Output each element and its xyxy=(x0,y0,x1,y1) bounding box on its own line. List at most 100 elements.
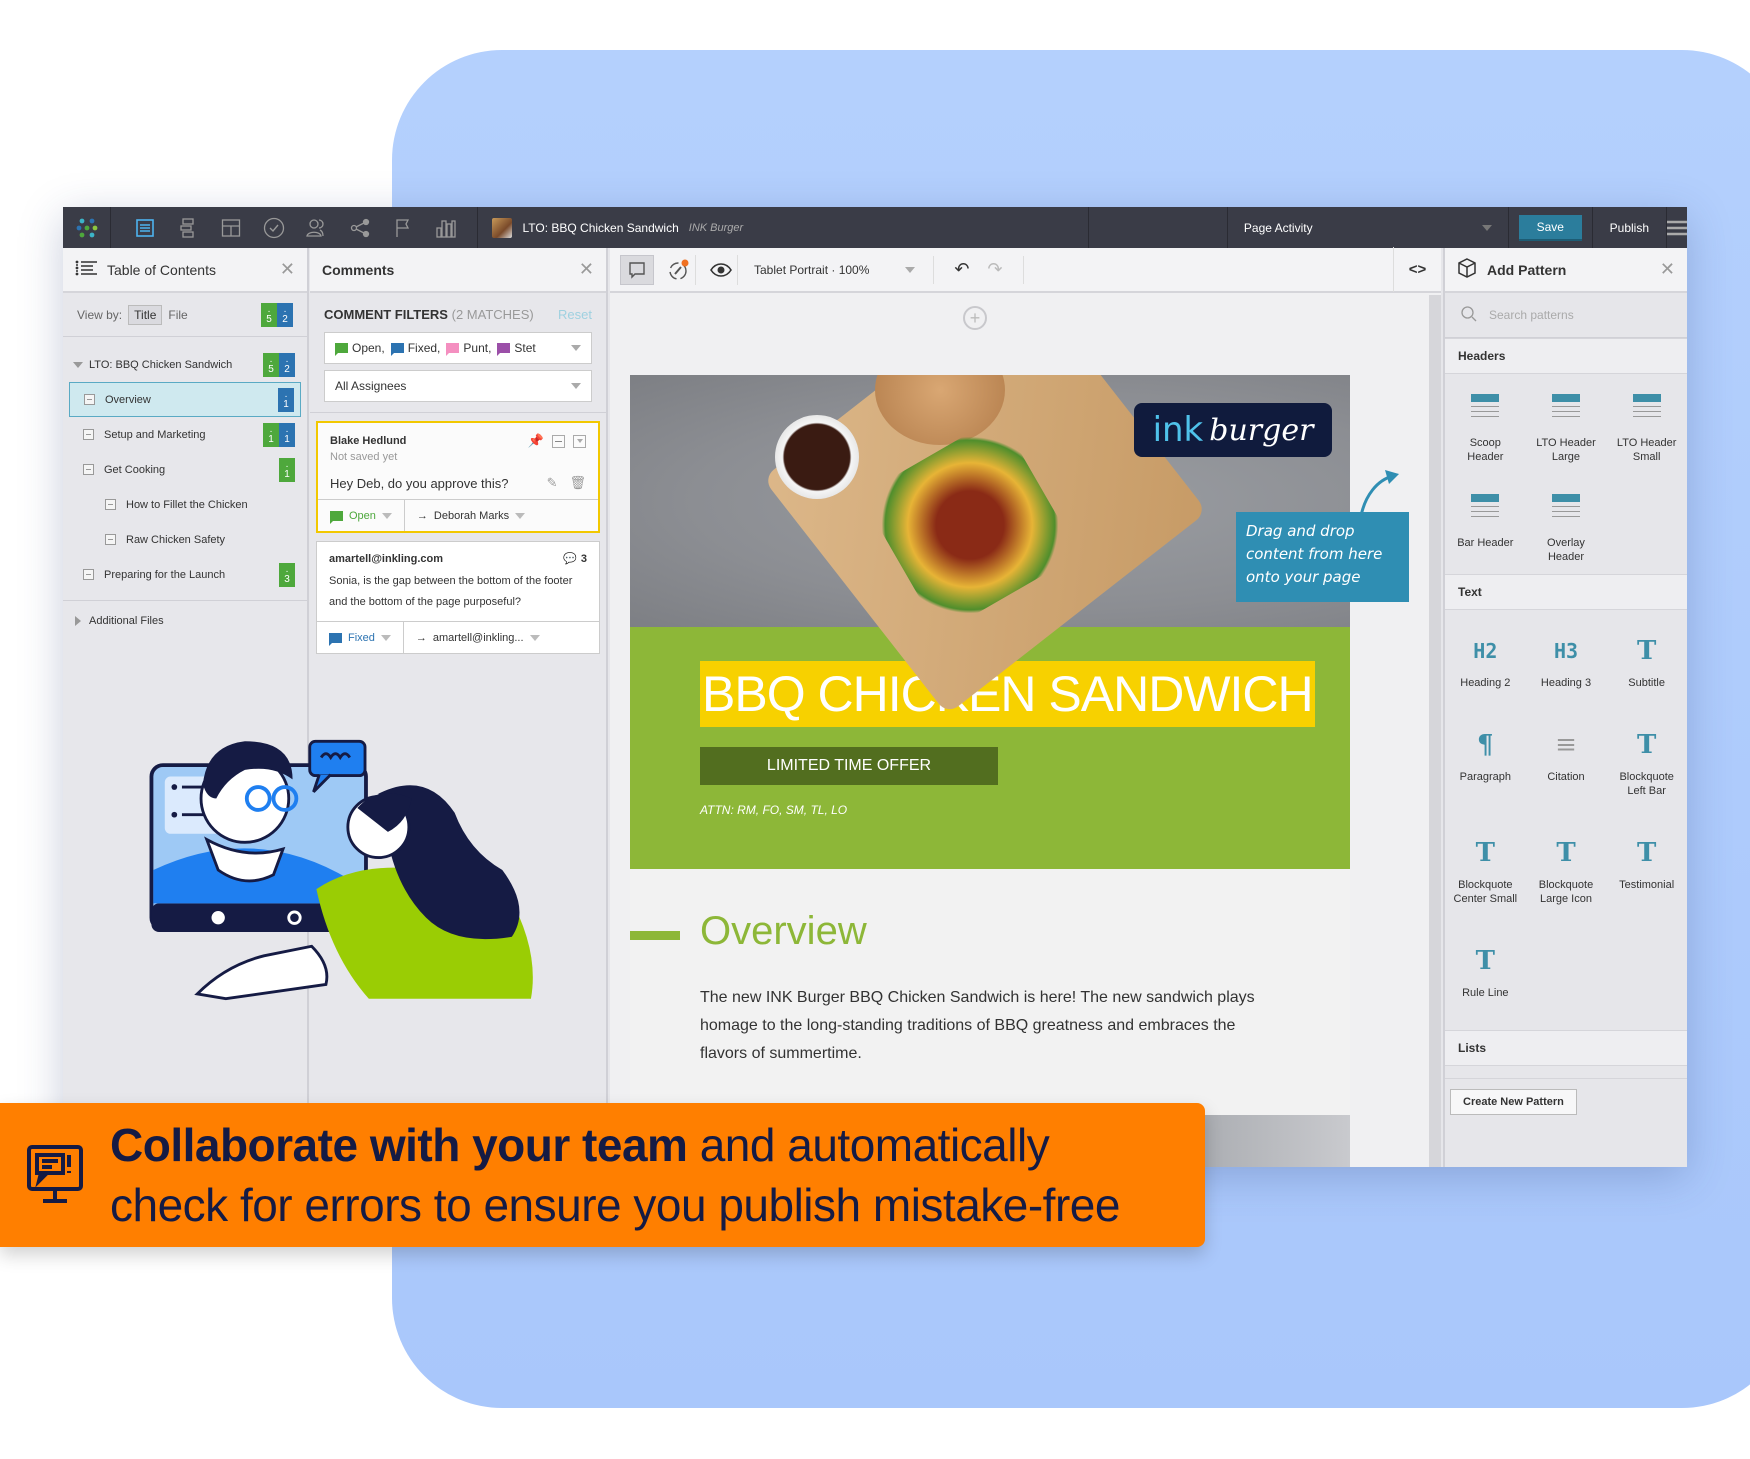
comment-status-dropdown[interactable]: Fixed xyxy=(317,622,404,653)
page-icon xyxy=(83,429,94,440)
toc-item-raw-chicken-safety[interactable]: Raw Chicken Safety xyxy=(69,522,301,557)
toc-item-preparing-for-launch[interactable]: Preparing for the Launch 3 xyxy=(69,557,301,592)
pattern-heading-3[interactable]: H3 Heading 3 xyxy=(1526,634,1607,690)
pattern-blockquote-center-small[interactable]: T Blockquote Center Small xyxy=(1445,836,1526,906)
pattern-rule-line[interactable]: T Rule Line xyxy=(1445,944,1526,1000)
section-headers[interactable]: Headers xyxy=(1445,338,1687,374)
comment-author: Blake Hedlund xyxy=(330,435,407,447)
pattern-label: Paragraph xyxy=(1459,771,1512,783)
pattern-overlay-header[interactable]: Overlay Header xyxy=(1526,494,1607,564)
toc-root-item[interactable]: LTO: BBQ Chicken Sandwich 52 xyxy=(69,347,301,382)
pattern-paragraph[interactable]: ¶ Paragraph xyxy=(1445,728,1526,798)
banner-bold: Collaborate with your team xyxy=(110,1119,688,1171)
open-count-badge: 1 xyxy=(263,422,279,447)
page-title[interactable]: BBQ CHICKEN SANDWICH xyxy=(700,661,1315,727)
divider xyxy=(310,412,606,413)
track-changes-icon[interactable] xyxy=(662,254,696,285)
pattern-citation[interactable]: ≡ Citation xyxy=(1526,728,1607,798)
check-icon[interactable] xyxy=(252,207,295,248)
fixed-count-badge: 2 xyxy=(277,302,293,327)
comment-author: amartell@inkling.com xyxy=(329,552,444,565)
edit-pencil-icon[interactable]: ✎ xyxy=(547,475,558,491)
pattern-blockquote-left-bar[interactable]: T Blockquote Left Bar xyxy=(1606,728,1687,798)
toc-panel: Table of Contents ✕ View by: Title File … xyxy=(63,248,309,1167)
code-view-toggle[interactable]: <> xyxy=(1393,247,1441,292)
fixed-count-badge: 2 xyxy=(279,352,295,377)
toc-item-how-to-fillet[interactable]: How to Fillet the Chicken xyxy=(69,487,301,522)
pattern-bar-header[interactable]: Bar Header xyxy=(1445,494,1526,564)
comment-card[interactable]: Blake Hedlund 📌 Not saved yet Hey Deb, d… xyxy=(316,421,600,533)
pin-icon[interactable]: 📌 xyxy=(528,433,544,449)
view-by-title-toggle[interactable]: Title xyxy=(128,304,163,325)
drag-drop-tooltip: Drag and drop content from here onto you… xyxy=(1236,512,1409,602)
publish-button[interactable]: Publish xyxy=(1591,207,1667,248)
comment-mode-icon[interactable] xyxy=(620,254,654,285)
pattern-subtitle[interactable]: T Subtitle xyxy=(1606,634,1687,690)
pattern-testimonial[interactable]: T Testimonial xyxy=(1606,836,1687,906)
create-new-pattern-button[interactable]: Create New Pattern xyxy=(1450,1089,1577,1115)
comment-assignee-dropdown[interactable]: → Deborah Marks xyxy=(405,500,537,531)
device-zoom-dropdown[interactable]: Tablet Portrait · 100% xyxy=(746,255,935,284)
food-image-sauce xyxy=(775,415,859,499)
additional-files[interactable]: Additional Files xyxy=(63,601,307,641)
toc-item-label: Overview xyxy=(105,393,151,406)
app-logo-icon[interactable] xyxy=(63,207,112,248)
expand-caret-icon[interactable] xyxy=(73,361,83,368)
pattern-scoop-header[interactable]: Scoop Header xyxy=(1445,394,1526,464)
pattern-lto-header-large[interactable]: LTO Header Large xyxy=(1526,394,1607,464)
close-icon[interactable]: ✕ xyxy=(1660,259,1675,280)
structure-icon[interactable] xyxy=(166,207,209,248)
topbar-spacer xyxy=(1089,207,1228,248)
users-icon[interactable] xyxy=(295,207,338,248)
comment-assignee: Deborah Marks xyxy=(433,509,510,522)
trash-icon[interactable]: 🗑 xyxy=(569,475,586,491)
collapse-icon[interactable] xyxy=(552,434,565,448)
comment-flag-icon xyxy=(330,510,343,524)
document-title[interactable]: LTO: BBQ Chicken Sandwich INK Burger xyxy=(478,207,1089,248)
pattern-lto-header-small[interactable]: LTO Header Small xyxy=(1606,394,1687,464)
undo-icon[interactable]: ↶ xyxy=(954,259,969,280)
overview-section[interactable]: Overview The new INK Burger BBQ Chicken … xyxy=(630,869,1350,1068)
preview-eye-icon[interactable] xyxy=(704,254,738,285)
share-icon[interactable] xyxy=(338,207,381,248)
header-pattern-icon xyxy=(1551,394,1580,424)
section-text[interactable]: Text xyxy=(1445,574,1687,610)
page-activity-dropdown[interactable]: Page Activity xyxy=(1228,207,1509,248)
assignee-filter-select[interactable]: All Assignees xyxy=(324,370,592,402)
toc-item-setup-and-marketing[interactable]: Setup and Marketing 11 xyxy=(69,417,301,452)
status-filter-select[interactable]: Open, Fixed, Punt, Stet xyxy=(324,332,592,364)
canvas-scrollbar[interactable] xyxy=(1429,295,1441,1167)
reset-link[interactable]: Reset xyxy=(558,307,592,322)
toc-item-overview[interactable]: Overview 1 xyxy=(69,382,301,417)
page-icon xyxy=(105,499,116,510)
flag-icon[interactable] xyxy=(381,207,424,248)
close-icon[interactable]: ✕ xyxy=(579,259,594,280)
pattern-blockquote-large-icon[interactable]: T Blockquote Large Icon xyxy=(1526,836,1607,906)
redo-icon[interactable]: ↷ xyxy=(987,259,1002,280)
layout-icon[interactable] xyxy=(209,207,252,248)
add-block-icon[interactable]: + xyxy=(963,306,987,330)
match-count: (2 MATCHES) xyxy=(451,307,534,322)
comment-status-dropdown[interactable]: Open xyxy=(318,500,405,531)
close-icon[interactable]: ✕ xyxy=(280,259,295,280)
search-input[interactable]: Search patterns xyxy=(1489,308,1574,322)
hamburger-menu-icon[interactable] xyxy=(1667,220,1687,236)
comment-status: Open xyxy=(349,509,376,522)
pattern-label: Blockquote Center Small xyxy=(1453,879,1518,905)
more-dropdown-icon[interactable] xyxy=(573,434,586,448)
comment-assignee-dropdown[interactable]: → amartell@inkling... xyxy=(404,622,552,653)
pattern-search[interactable]: Search patterns xyxy=(1445,293,1687,338)
expand-caret-icon[interactable] xyxy=(75,616,81,626)
reply-count: 3 xyxy=(580,552,587,565)
save-button[interactable]: Save xyxy=(1518,214,1582,241)
section-lists[interactable]: Lists xyxy=(1445,1030,1687,1066)
pattern-heading-2[interactable]: H2 Heading 2 xyxy=(1445,634,1526,690)
analytics-icon[interactable] xyxy=(424,207,467,248)
fixed-count-badge: 1 xyxy=(279,422,295,447)
filters-label: COMMENT FILTERS xyxy=(324,307,448,322)
comment-card[interactable]: amartell@inkling.com 💬 3 Sonia, is the ga… xyxy=(316,541,600,654)
view-by-file-toggle[interactable]: File xyxy=(168,308,187,322)
pattern-label: Testimonial xyxy=(1619,879,1675,891)
toc-item-get-cooking[interactable]: Get Cooking 1 xyxy=(69,452,301,487)
toc-icon[interactable] xyxy=(123,207,166,248)
